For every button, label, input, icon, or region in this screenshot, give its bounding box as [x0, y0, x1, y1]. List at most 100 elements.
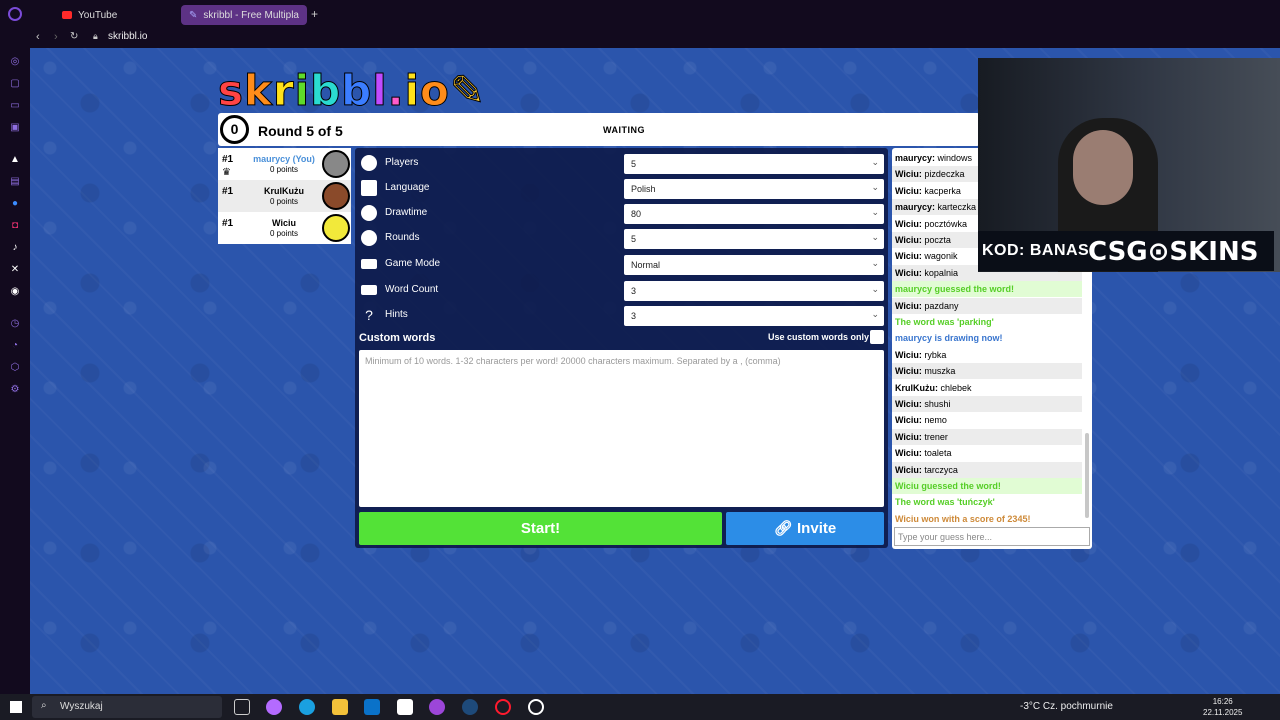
setting-hints: ? Hints 3 ⌄ [355, 303, 888, 328]
start-button[interactable]: Start! [359, 512, 722, 545]
player-icon[interactable]: ▣ [9, 122, 21, 134]
gx-icon[interactable] [429, 699, 445, 715]
chat-username: Wiciu [895, 349, 919, 360]
instagram-icon[interactable]: ◘ [9, 220, 21, 232]
rounds-select[interactable]: 5 ⌄ [624, 229, 884, 249]
chat-username: Wiciu [895, 431, 919, 442]
invite-button[interactable]: 🔗︎ Invite [726, 512, 884, 545]
chevron-down-icon: ⌄ [871, 284, 879, 294]
chat-message: KrulKużu: chlebek [892, 380, 1082, 396]
outlook-icon[interactable] [364, 699, 380, 715]
setting-label: Language [385, 182, 430, 193]
game-status: WAITING [603, 125, 645, 135]
select-value: 5 [631, 234, 637, 244]
chat-icon[interactable]: ▭ [9, 100, 21, 112]
chat-username: Wiciu [895, 267, 919, 278]
x-icon[interactable]: ✕ [9, 264, 21, 276]
back-icon[interactable]: ‹ [36, 31, 40, 43]
custom-words-only-checkbox[interactable] [870, 330, 884, 344]
tab-label: YouTube [78, 9, 118, 21]
guess-input[interactable]: Type your guess here... [894, 527, 1090, 546]
forward-icon[interactable]: › [54, 31, 58, 43]
settings-icon[interactable]: ⚙ [9, 384, 21, 396]
select-value: 5 [631, 159, 637, 169]
chat-message: Wiciu: toaleta [892, 445, 1082, 461]
chat-username: Wiciu [895, 218, 919, 229]
history-icon[interactable]: ◔ [9, 340, 21, 352]
select-value: 3 [631, 286, 637, 296]
chat-message: Wiciu: pazdany [892, 297, 1082, 314]
chat-text: shushi [924, 399, 951, 409]
language-select[interactable]: Polish ⌄ [624, 179, 884, 199]
steam-icon[interactable] [462, 699, 478, 715]
chat-username: Wiciu [895, 300, 919, 311]
setting-label: Rounds [385, 232, 420, 243]
promo-brand: CSG⊙SKINS [1088, 237, 1259, 267]
player-name: Wiciu [272, 218, 296, 228]
system-clock[interactable]: 16:26 22.11.2025 [1203, 696, 1242, 718]
chat-text: tarczyca [924, 464, 958, 475]
chat-message: Wiciu: muszka [892, 363, 1082, 380]
new-tab-button[interactable]: + [311, 7, 318, 21]
setting-game-mode: Game Mode Normal ⌄ [355, 252, 888, 277]
tab-skribbl[interactable]: ✎ skribbl - Free Multiplayer [181, 5, 307, 25]
select-value: Polish [631, 184, 656, 194]
player-rank: #1 [222, 218, 234, 229]
select-value: 3 [631, 311, 637, 321]
opera-icon[interactable] [495, 699, 511, 715]
setting-word-count: Word Count 3 ⌄ [355, 278, 888, 303]
game-mode-icon [361, 259, 377, 269]
reload-icon[interactable]: ↻ [70, 31, 78, 42]
chat-text: wagonik [924, 251, 958, 262]
player-row[interactable]: #1 ♛ maurycy (You) 0 points [218, 148, 351, 180]
taskbar-search[interactable]: ⌕ Wyszukaj [32, 696, 222, 718]
tab-youtube[interactable]: YouTube [32, 5, 125, 25]
folder-icon[interactable] [332, 699, 348, 715]
chat-scrollbar[interactable] [1085, 433, 1089, 518]
browser-tab-bar: YouTube ✎ skribbl - Free Multiplayer + [0, 0, 1280, 28]
chat-text: karteczka [937, 202, 977, 213]
chevron-down-icon: ⌄ [871, 207, 879, 217]
player-row[interactable]: #1 KrulKużu 0 points [218, 180, 351, 212]
setting-label: Hints [385, 309, 408, 320]
chat-username: maurycy [895, 202, 933, 213]
copilot-icon[interactable] [266, 699, 282, 715]
youtube-icon [62, 11, 72, 19]
player-row[interactable]: #1 Wiciu 0 points [218, 212, 351, 244]
weather-widget[interactable]: -3°C Cz. pochmurnie [1020, 701, 1113, 712]
custom-words-textarea[interactable]: Minimum of 10 words. 1-32 characters per… [359, 350, 884, 507]
chat-message: Wiciu guessed the word! [892, 478, 1082, 494]
file-icon[interactable] [397, 699, 413, 715]
hints-select[interactable]: 3 ⌄ [624, 306, 884, 326]
chat-username: Wiciu [895, 185, 919, 196]
word-count-select[interactable]: 3 ⌄ [624, 281, 884, 301]
player-list: #1 ♛ maurycy (You) 0 points #1 KrulKużu … [218, 148, 351, 244]
edge-icon[interactable] [299, 699, 315, 715]
opera-logo-icon[interactable] [8, 7, 22, 21]
bag-icon[interactable]: ▢ [9, 78, 21, 90]
game-mode-select[interactable]: Normal ⌄ [624, 255, 884, 275]
extensions-icon[interactable]: ⬡ [9, 362, 21, 374]
url-text[interactable]: skribbl.io [108, 31, 147, 42]
player-rank: #1 [222, 186, 234, 197]
windows-start-icon[interactable] [10, 701, 22, 713]
messenger-icon[interactable]: ● [9, 198, 21, 210]
drawtime-select[interactable]: 80 ⌄ [624, 204, 884, 224]
player-rank: #1 [222, 154, 234, 165]
twitch-icon[interactable]: ▤ [9, 176, 21, 188]
obs-icon[interactable] [528, 699, 544, 715]
clock-icon[interactable]: ◷ [9, 318, 21, 330]
chevron-down-icon: ⌄ [871, 157, 879, 167]
chevron-down-icon: ⌄ [871, 182, 879, 192]
tidal-icon[interactable]: ▲ [9, 154, 21, 166]
discord-icon[interactable]: ◉ [9, 286, 21, 298]
select-value: Normal [631, 260, 661, 270]
chat-text: kopalnia [924, 267, 958, 278]
tiktok-icon[interactable]: ♪ [9, 242, 21, 254]
task-view-icon[interactable] [234, 699, 250, 715]
aria-icon[interactable]: ◎ [9, 56, 21, 68]
search-icon: ⌕ [41, 700, 47, 711]
avatar [322, 214, 350, 242]
players-select[interactable]: 5 ⌄ [624, 154, 884, 174]
chat-username: Wiciu [895, 169, 919, 180]
